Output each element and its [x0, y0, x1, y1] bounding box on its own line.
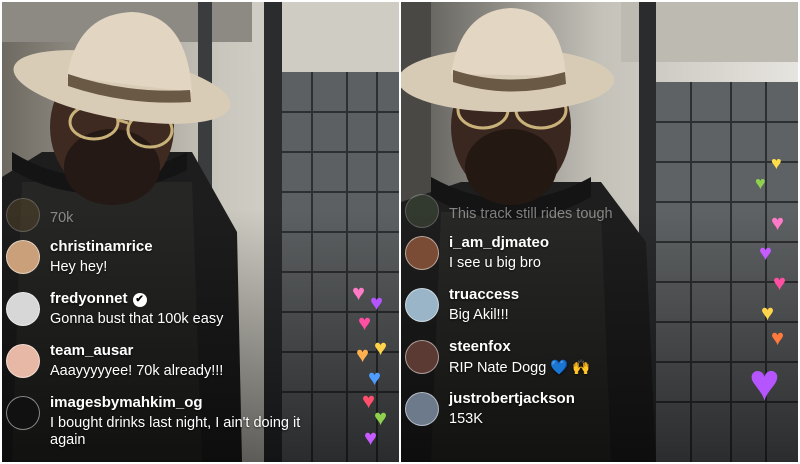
comment-text: Hey hey! [50, 259, 108, 275]
comment-text: I see u big bro [449, 255, 541, 271]
comment-row: truaccess Big Akil!!! [401, 286, 798, 338]
avatar[interactable] [405, 194, 439, 228]
avatar[interactable] [6, 240, 40, 274]
live-comments: 70k christinamrice Hey hey! fredyonnet ✔ … [2, 198, 399, 456]
comment-row: team_ausar Aaayyyyyee! 70k already!!! [2, 342, 399, 394]
comment-username[interactable]: justrobertjackson [449, 390, 575, 407]
comment-username[interactable]: team_ausar [50, 342, 133, 359]
live-video-panel-right: ♥ ♥ ♥ ♥ ♥ ♥ ♥ ♥ This track still rides t… [401, 2, 798, 462]
comment-text: This track still rides tough [449, 206, 613, 222]
comment-row: christinamrice Hey hey! [2, 238, 399, 290]
comment-username[interactable]: christinamrice [50, 238, 153, 255]
comment-row: justrobertjackson 153K [401, 390, 798, 442]
comment-text: I bought drinks last night, I ain't doin… [50, 415, 301, 448]
comment-row: 70k [2, 198, 399, 238]
comment-username[interactable]: i_am_djmateo [449, 234, 549, 251]
comment-row: i_am_djmateo I see u big bro [401, 234, 798, 286]
comment-row: fredyonnet ✔ Gonna bust that 100k easy [2, 290, 399, 342]
avatar[interactable] [6, 396, 40, 430]
comment-username[interactable]: fredyonnet ✔ [50, 290, 147, 307]
verified-badge-icon: ✔ [132, 293, 147, 307]
heart-icon: ♥ [755, 173, 766, 193]
comment-row: steenfox RIP Nate Dogg 💙 🙌 [401, 338, 798, 390]
comment-row: This track still rides tough [401, 194, 798, 234]
live-comments: This track still rides tough i_am_djmate… [401, 194, 798, 442]
comment-username[interactable]: truaccess [449, 286, 519, 303]
username-text: fredyonnet [50, 290, 128, 307]
comment-username[interactable]: imagesbymahkim_og [50, 394, 203, 411]
comment-row: imagesbymahkim_og I bought drinks last n… [2, 394, 399, 456]
heart-icon: ♥ [771, 153, 782, 173]
comment-username[interactable]: steenfox [449, 338, 511, 355]
avatar[interactable] [405, 236, 439, 270]
comment-text: Aaayyyyyee! 70k already!!! [50, 363, 224, 379]
comment-text: Gonna bust that 100k easy [50, 311, 224, 327]
avatar[interactable] [405, 340, 439, 374]
avatar[interactable] [405, 392, 439, 426]
comment-text: 153K [449, 411, 483, 427]
comment-text: 70k [50, 210, 74, 226]
avatar[interactable] [405, 288, 439, 322]
avatar[interactable] [6, 292, 40, 326]
live-video-panel-left: ♥ ♥ ♥ ♥ ♥ ♥ ♥ ♥ ♥ 70k christinamrice Hey… [2, 2, 399, 462]
comment-message: RIP Nate Dogg [449, 360, 547, 376]
comment-text: RIP Nate Dogg 💙 🙌 [449, 359, 590, 376]
avatar[interactable] [6, 344, 40, 378]
heart-hands-emoji-icon: 💙 🙌 [550, 360, 591, 376]
comment-text: Big Akil!!! [449, 307, 509, 323]
avatar[interactable] [6, 198, 40, 232]
